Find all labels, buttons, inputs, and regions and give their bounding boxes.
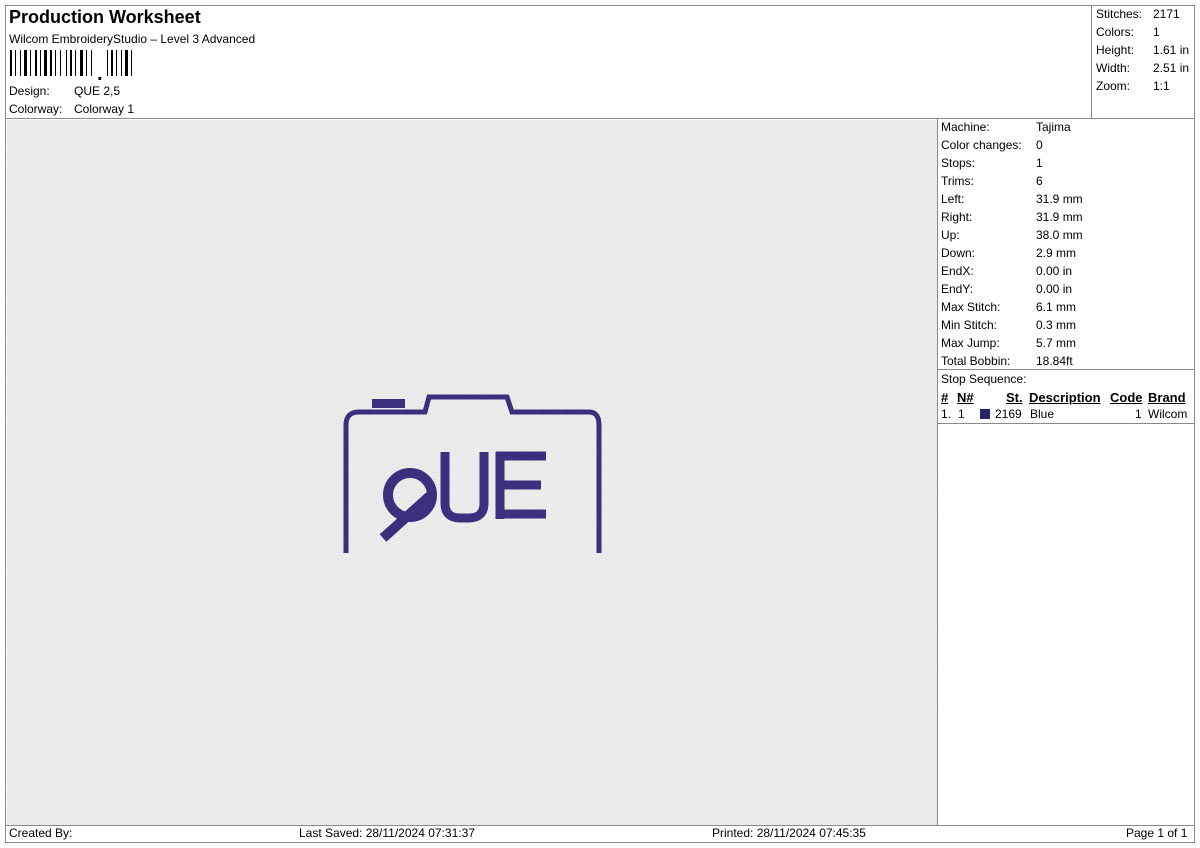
machine-info-value: Tajima — [1036, 120, 1071, 134]
row-brand: Wilcom — [1148, 407, 1188, 421]
machine-info-value: 1 — [1036, 156, 1043, 170]
colorway-value: Colorway 1 — [74, 102, 135, 116]
svg-text:,: , — [97, 63, 103, 80]
col-header-st: St. — [1006, 390, 1023, 405]
design-label: Design: — [9, 84, 50, 98]
row-stitches: 2169 — [995, 407, 1022, 421]
col-header-num: # — [941, 390, 949, 405]
letter-u-stitch — [440, 452, 489, 523]
machine-info-label: Total Bobbin: — [941, 354, 1011, 368]
letter-e-stitch — [495, 451, 546, 519]
machine-info-value: 2.9 mm — [1036, 246, 1077, 260]
col-header-brand: Brand — [1148, 390, 1186, 405]
software-name: Wilcom EmbroideryStudio – Level 3 Advanc… — [9, 32, 256, 46]
col-header-n: N# — [957, 390, 974, 405]
machine-info-value: 18.84ft — [1036, 354, 1073, 368]
machine-info-value: 0.3 mm — [1036, 318, 1077, 332]
machine-info-label: Down: — [941, 246, 976, 260]
machine-info-value: 0 — [1036, 138, 1043, 152]
machine-info-label: Left: — [941, 192, 965, 206]
machine-info-label: EndY: — [941, 282, 974, 296]
machine-info-value: 0.00 in — [1036, 282, 1073, 296]
footer-divider — [5, 825, 1195, 826]
printed-date: Printed: 28/11/2024 07:45:35 — [712, 826, 866, 840]
row-n: 1 — [958, 407, 965, 421]
camera-flash-stitch — [372, 399, 405, 408]
table-bottom-divider — [937, 423, 1195, 424]
stop-sequence-title: Stop Sequence: — [941, 372, 1027, 386]
machine-info-value: 38.0 mm — [1036, 228, 1083, 242]
machine-info-label: Min Stitch: — [941, 318, 998, 332]
design-value: QUE 2,5 — [74, 84, 121, 98]
page-number: Page 1 of 1 — [1126, 826, 1188, 840]
width-value: 2.51 in — [1153, 61, 1190, 75]
machine-info-label: Color changes: — [941, 138, 1022, 152]
row-code: 1 — [1135, 407, 1142, 421]
machine-info-value: 31.9 mm — [1036, 210, 1083, 224]
row-num: 1. — [941, 407, 952, 421]
zoom-value: 1:1 — [1153, 79, 1170, 93]
stitches-value: 2171 — [1153, 7, 1180, 21]
col-header-code: Code — [1110, 390, 1143, 405]
design-canvas — [7, 120, 937, 825]
colorway-label: Colorway: — [9, 102, 63, 116]
last-saved: Last Saved: 28/11/2024 07:31:37 — [299, 826, 475, 840]
row-description: Blue — [1030, 407, 1055, 421]
machine-info-label: EndX: — [941, 264, 974, 278]
summary-divider — [1091, 5, 1092, 118]
machine-info-value: 6.1 mm — [1036, 300, 1077, 314]
color-swatch — [980, 409, 990, 419]
machine-info-label: Trims: — [941, 174, 974, 188]
machine-info-label: Max Jump: — [941, 336, 1000, 350]
machine-info-label: Stops: — [941, 156, 976, 170]
colors-value: 1 — [1153, 25, 1160, 39]
barcode: , — [10, 50, 132, 80]
machine-info-value: 6 — [1036, 174, 1043, 188]
height-label: Height: — [1096, 43, 1135, 57]
machine-info-value: 0.00 in — [1036, 264, 1073, 278]
height-value: 1.61 in — [1153, 43, 1190, 57]
right-panel-divider — [937, 118, 938, 825]
width-label: Width: — [1096, 61, 1131, 75]
page-title: Production Worksheet — [9, 7, 201, 27]
header-divider — [5, 118, 1195, 119]
machine-info-label: Max Stitch: — [941, 300, 1001, 314]
zoom-label: Zoom: — [1096, 79, 1131, 93]
stitches-label: Stitches: — [1096, 7, 1143, 21]
machine-info-label: Right: — [941, 210, 973, 224]
machine-info-label: Up: — [941, 228, 960, 242]
created-by: Created By: — [9, 826, 73, 840]
machine-info-value: 31.9 mm — [1036, 192, 1083, 206]
design-preview — [343, 394, 602, 553]
col-header-description: Description — [1029, 390, 1101, 405]
camera-outline-stitch — [343, 394, 602, 553]
machine-info-value: 5.7 mm — [1036, 336, 1077, 350]
colors-label: Colors: — [1096, 25, 1135, 39]
machine-info-label: Machine: — [941, 120, 990, 134]
